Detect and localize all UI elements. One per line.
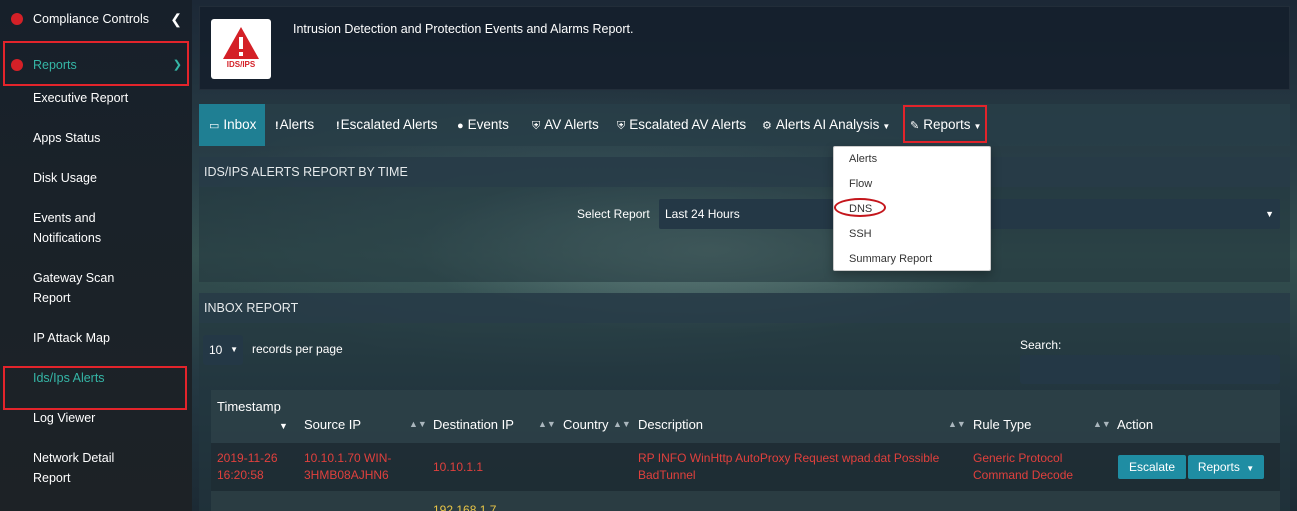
sidebar-item-label: Apps Status bbox=[33, 131, 101, 145]
sidebar-item-compliance-controls[interactable]: Compliance Controls ❮ bbox=[0, 9, 192, 29]
sort-icon[interactable]: ▲▼ bbox=[613, 419, 631, 429]
compliance-icon bbox=[11, 13, 23, 25]
sort-icon[interactable]: ▲▼ bbox=[1093, 419, 1111, 429]
sidebar: Compliance Controls ❮ Reports ❯ Executiv… bbox=[0, 0, 192, 511]
search-label: Search: bbox=[1020, 338, 1062, 352]
tab-escalated-av-alerts[interactable]: ⛨ Escalated AV Alerts bbox=[617, 104, 746, 146]
sort-desc-icon[interactable]: ▼ bbox=[279, 421, 288, 431]
tab-escalated-alerts[interactable]: !Escalated Alerts bbox=[336, 104, 437, 146]
cell-destination-ip: 10.10.1.1 bbox=[433, 460, 484, 474]
sort-icon[interactable]: ▲▼ bbox=[948, 419, 966, 429]
menu-item-summary-report[interactable]: Summary Report bbox=[849, 253, 932, 265]
cell-line: 2019-11-26 bbox=[217, 451, 278, 465]
cell-destination-ip: 192.168.1.7 bbox=[433, 503, 497, 511]
sidebar-item-label: Gateway Scan bbox=[33, 271, 115, 285]
table-header: Timestamp ▼ Source IP ▲▼ Destination IP … bbox=[211, 390, 1280, 443]
tab-label: Escalated Alerts bbox=[340, 117, 438, 132]
tab-label: Inbox bbox=[223, 117, 257, 132]
cell-line: Command Decode bbox=[973, 468, 1074, 482]
select-value: Last 24 Hours bbox=[665, 207, 740, 221]
gear-icon: ⚙ bbox=[762, 120, 772, 132]
chevron-left-icon: ❮ bbox=[170, 11, 182, 27]
highlight-box bbox=[3, 41, 189, 86]
caret-down-icon: ▼ bbox=[1265, 209, 1274, 219]
sort-icon[interactable]: ▲▼ bbox=[538, 419, 556, 429]
sidebar-item-label: IP Attack Map bbox=[33, 331, 110, 345]
cell-line: 16:20:58 bbox=[217, 468, 264, 482]
cell-line: BadTunnel bbox=[638, 468, 696, 482]
tab-inbox[interactable]: ▭ Inbox bbox=[199, 104, 265, 146]
cell-description: RP INFO WinHttp AutoProxy Request wpad.d… bbox=[638, 450, 939, 484]
tab-bar: ▭ Inbox !Alerts !Escalated Alerts ● Events… bbox=[199, 104, 1290, 146]
info-circle-icon: ● bbox=[457, 120, 464, 132]
tab-label: Escalated AV Alerts bbox=[629, 117, 747, 132]
menu-item-alerts[interactable]: Alerts bbox=[849, 153, 877, 165]
button-label: Reports bbox=[1197, 460, 1240, 474]
tab-label: Events bbox=[467, 117, 509, 132]
records-value: 10 bbox=[209, 343, 223, 357]
sidebar-item-label: Compliance Controls bbox=[33, 12, 150, 26]
cell-timestamp: 2019-11-26 16:20:58 bbox=[217, 450, 278, 484]
exclamation-icon: ! bbox=[275, 120, 279, 132]
column-header-country[interactable]: Country bbox=[563, 417, 609, 432]
sidebar-item-label: Log Viewer bbox=[33, 411, 96, 425]
row-reports-button[interactable]: Reports ▼ bbox=[1188, 455, 1264, 479]
caret-down-icon: ▼ bbox=[1246, 464, 1255, 473]
column-header-action: Action bbox=[1117, 417, 1154, 432]
time-report-panel: IDS/IPS ALERTS REPORT BY TIME Select Rep… bbox=[199, 157, 1290, 282]
caret-down-icon: ▼ bbox=[230, 345, 238, 354]
menu-item-flow[interactable]: Flow bbox=[849, 178, 872, 190]
page-title: Intrusion Detection and Protection Event… bbox=[293, 22, 634, 36]
main-content: IDS/IPS Intrusion Detection and Protecti… bbox=[192, 0, 1297, 511]
escalate-button[interactable]: Escalate bbox=[1118, 455, 1186, 479]
menu-item-ssh[interactable]: SSH bbox=[849, 228, 872, 240]
tab-events[interactable]: ● Events bbox=[457, 104, 509, 146]
page-header: IDS/IPS Intrusion Detection and Protecti… bbox=[199, 6, 1290, 90]
table-row bbox=[211, 491, 1280, 511]
records-per-page-label: records per page bbox=[252, 342, 343, 356]
tab-av-alerts[interactable]: ⛨ AV Alerts bbox=[532, 104, 599, 146]
column-header-timestamp[interactable]: Timestamp bbox=[217, 399, 281, 414]
sort-icon[interactable]: ▲▼ bbox=[409, 419, 427, 429]
search-input[interactable] bbox=[1020, 355, 1280, 384]
ids-ips-logo: IDS/IPS bbox=[211, 19, 271, 79]
select-report-label: Select Report bbox=[577, 207, 650, 221]
cell-line: 10.10.1.70 WIN- bbox=[304, 451, 392, 465]
shield-icon: ⛨ bbox=[617, 120, 626, 132]
warning-icon bbox=[223, 27, 259, 59]
panel-title: INBOX REPORT bbox=[199, 293, 1290, 323]
sidebar-item-label: Disk Usage bbox=[33, 171, 97, 185]
shield-icon: ⛨ bbox=[532, 120, 541, 132]
tab-label: Alerts AI Analysis bbox=[775, 117, 880, 132]
exclamation-icon: ! bbox=[336, 120, 340, 132]
sidebar-item-label: Report bbox=[33, 291, 71, 305]
sidebar-item-label: Executive Report bbox=[33, 91, 129, 105]
sidebar-item-label: Network Detail bbox=[33, 451, 115, 465]
highlight-box bbox=[3, 366, 187, 410]
column-header-description[interactable]: Description bbox=[638, 417, 703, 432]
sidebar-item-label: Notifications bbox=[33, 231, 102, 245]
dns-highlight-circle bbox=[834, 198, 886, 217]
caret-down-icon: ▼ bbox=[882, 122, 891, 131]
sidebar-item-label: Report bbox=[33, 471, 71, 485]
cell-rule-type: Generic Protocol Command Decode bbox=[973, 450, 1073, 484]
column-header-rule-type[interactable]: Rule Type bbox=[973, 417, 1031, 432]
tab-label: AV Alerts bbox=[544, 117, 599, 132]
sidebar-item-label: Events and bbox=[33, 211, 96, 225]
cell-line: RP INFO WinHttp AutoProxy Request wpad.d… bbox=[638, 451, 940, 465]
tab-alerts[interactable]: !Alerts bbox=[275, 104, 314, 146]
inbox-icon: ▭ bbox=[209, 120, 220, 132]
cell-source-ip: 10.10.1.70 WIN- 3HMB08AJHN6 bbox=[304, 450, 391, 484]
highlight-box bbox=[903, 105, 987, 143]
tab-label: Alerts bbox=[279, 117, 315, 132]
cell-line: Generic Protocol bbox=[973, 451, 1063, 465]
cell-line: 3HMB08AJHN6 bbox=[304, 468, 389, 482]
column-header-source-ip[interactable]: Source IP bbox=[304, 417, 361, 432]
tab-alerts-ai-analysis[interactable]: ⚙ Alerts AI Analysis ▼ bbox=[762, 104, 890, 146]
records-per-page-select[interactable]: 10 ▼ bbox=[203, 335, 243, 365]
panel-title: IDS/IPS ALERTS REPORT BY TIME bbox=[199, 157, 1290, 187]
logo-text: IDS/IPS bbox=[226, 60, 256, 69]
column-header-destination-ip[interactable]: Destination IP bbox=[433, 417, 514, 432]
